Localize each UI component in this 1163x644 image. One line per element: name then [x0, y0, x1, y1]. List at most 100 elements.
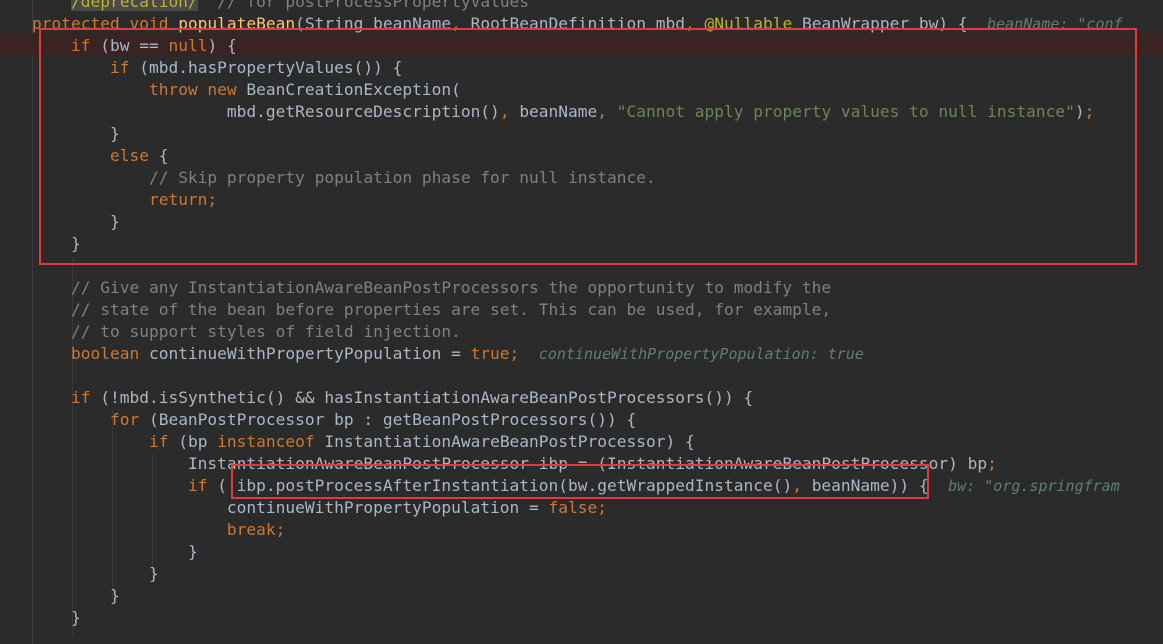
- code-line[interactable]: }: [32, 585, 120, 607]
- code-line[interactable]: if (bw == null) {: [32, 35, 237, 57]
- code-line[interactable]: if (mbd.hasPropertyValues()) {: [32, 57, 402, 79]
- code-token: ,: [499, 102, 520, 121]
- code-token: }: [187, 542, 198, 561]
- code-line[interactable]: if (!mbd.isSynthetic() && hasInstantiati…: [32, 387, 753, 409]
- code-token: "Cannot apply property values to null in…: [616, 102, 1075, 121]
- code-token: for: [109, 410, 149, 429]
- code-token: if: [70, 36, 101, 55]
- code-token: beanName)) {: [811, 476, 949, 495]
- code-token: continueWithPropertyPopulation =: [226, 498, 549, 517]
- code-token: }: [70, 608, 81, 627]
- code-line[interactable]: }: [32, 211, 120, 233]
- code-line[interactable]: InstantiationAwareBeanPostProcessor ibp …: [32, 453, 997, 475]
- code-line[interactable]: // Give any InstantiationAwareBeanPostPr…: [32, 277, 831, 299]
- code-token: BeanCreationException(: [246, 80, 461, 99]
- code-token: false;: [548, 498, 608, 517]
- code-token: }: [109, 586, 120, 605]
- code-token: if: [70, 388, 101, 407]
- code-token: @Nullable: [704, 14, 802, 33]
- code-line[interactable]: continueWithPropertyPopulation = false;: [32, 497, 607, 519]
- code-token: if: [148, 432, 179, 451]
- code-token: (BeanPostProcessor bp : getBeanPostProce…: [148, 410, 637, 429]
- code-token: protected void: [32, 14, 179, 33]
- code-line[interactable]: }: [32, 233, 81, 255]
- code-token: mbd.getResourceDescription(): [226, 102, 500, 121]
- code-line[interactable]: if (bp instanceof InstantiationAwareBean…: [32, 431, 695, 453]
- code-token: return;: [148, 190, 218, 209]
- debug-inline-value: bw: "org.springfram: [948, 477, 1120, 495]
- code-token: }: [70, 234, 81, 253]
- code-line[interactable]: // state of the bean before properties a…: [32, 299, 831, 321]
- code-token: ,: [792, 476, 812, 495]
- code-token: (bp: [178, 432, 218, 451]
- code-token: ): [1074, 102, 1085, 121]
- code-line[interactable]: // to support styles of field injection.: [32, 321, 461, 343]
- code-token: throw new: [148, 80, 247, 99]
- code-token: instanceof: [217, 432, 325, 451]
- code-line[interactable]: }: [32, 607, 81, 629]
- code-token: ,: [597, 102, 617, 121]
- code-token: beanName: [519, 102, 598, 121]
- code-token: (!ibp.postProcessAfterInstantiation(bw.g…: [217, 476, 793, 495]
- code-line[interactable]: break;: [32, 519, 285, 541]
- code-line[interactable]: protected void populateBean(String beanN…: [32, 13, 1123, 35]
- code-token: // Skip property population phase for nu…: [148, 168, 656, 187]
- code-line[interactable]: boolean continueWithPropertyPopulation =…: [32, 343, 864, 365]
- code-token: {: [158, 146, 169, 165]
- code-line[interactable]: return;: [32, 189, 217, 211]
- code-line[interactable]: else {: [32, 145, 168, 167]
- code-token: // to support styles of field injection.: [70, 322, 461, 341]
- code-token: if: [109, 58, 140, 77]
- code-token: // for postProcessPropertyValues: [217, 0, 530, 11]
- code-token: // Give any InstantiationAwareBeanPostPr…: [70, 278, 832, 297]
- code-token: }: [109, 212, 120, 231]
- code-token: ;: [987, 454, 997, 473]
- code-token: ,: [451, 14, 471, 33]
- code-line[interactable]: }: [32, 123, 120, 145]
- code-token: continueWithPropertyPopulation =: [148, 344, 471, 363]
- code-line[interactable]: mbd.getResourceDescription(), beanName, …: [32, 101, 1094, 123]
- code-line[interactable]: // Skip property population phase for nu…: [32, 167, 656, 189]
- debug-inline-value: beanName: "conf: [987, 15, 1123, 33]
- code-token: }: [109, 124, 120, 143]
- code-token: boolean: [70, 344, 149, 363]
- code-token: (mbd.hasPropertyValues()) {: [139, 58, 403, 77]
- code-token: break;: [226, 520, 286, 539]
- code-line[interactable]: if (!ibp.postProcessAfterInstantiation(b…: [32, 475, 1120, 497]
- code-token: ) {: [207, 36, 237, 55]
- code-token: /deprecation/: [70, 0, 198, 11]
- code-line[interactable]: }: [32, 541, 198, 563]
- code-editor[interactable]: /deprecation/ // for postProcessProperty…: [0, 0, 1163, 644]
- code-line[interactable]: }: [32, 563, 159, 585]
- code-token: BeanWrapper bw) {: [801, 14, 988, 33]
- code-token: }: [148, 564, 159, 583]
- code-token: ,: [684, 14, 705, 33]
- code-line[interactable]: for (BeanPostProcessor bp : getBeanPostP…: [32, 409, 636, 431]
- code-token: populateBean: [178, 14, 296, 33]
- code-token: InstantiationAwareBeanPostProcessor ibp …: [187, 454, 988, 473]
- code-line[interactable]: /deprecation/ // for postProcessProperty…: [32, 0, 529, 13]
- code-line[interactable]: throw new BeanCreationException(: [32, 79, 461, 101]
